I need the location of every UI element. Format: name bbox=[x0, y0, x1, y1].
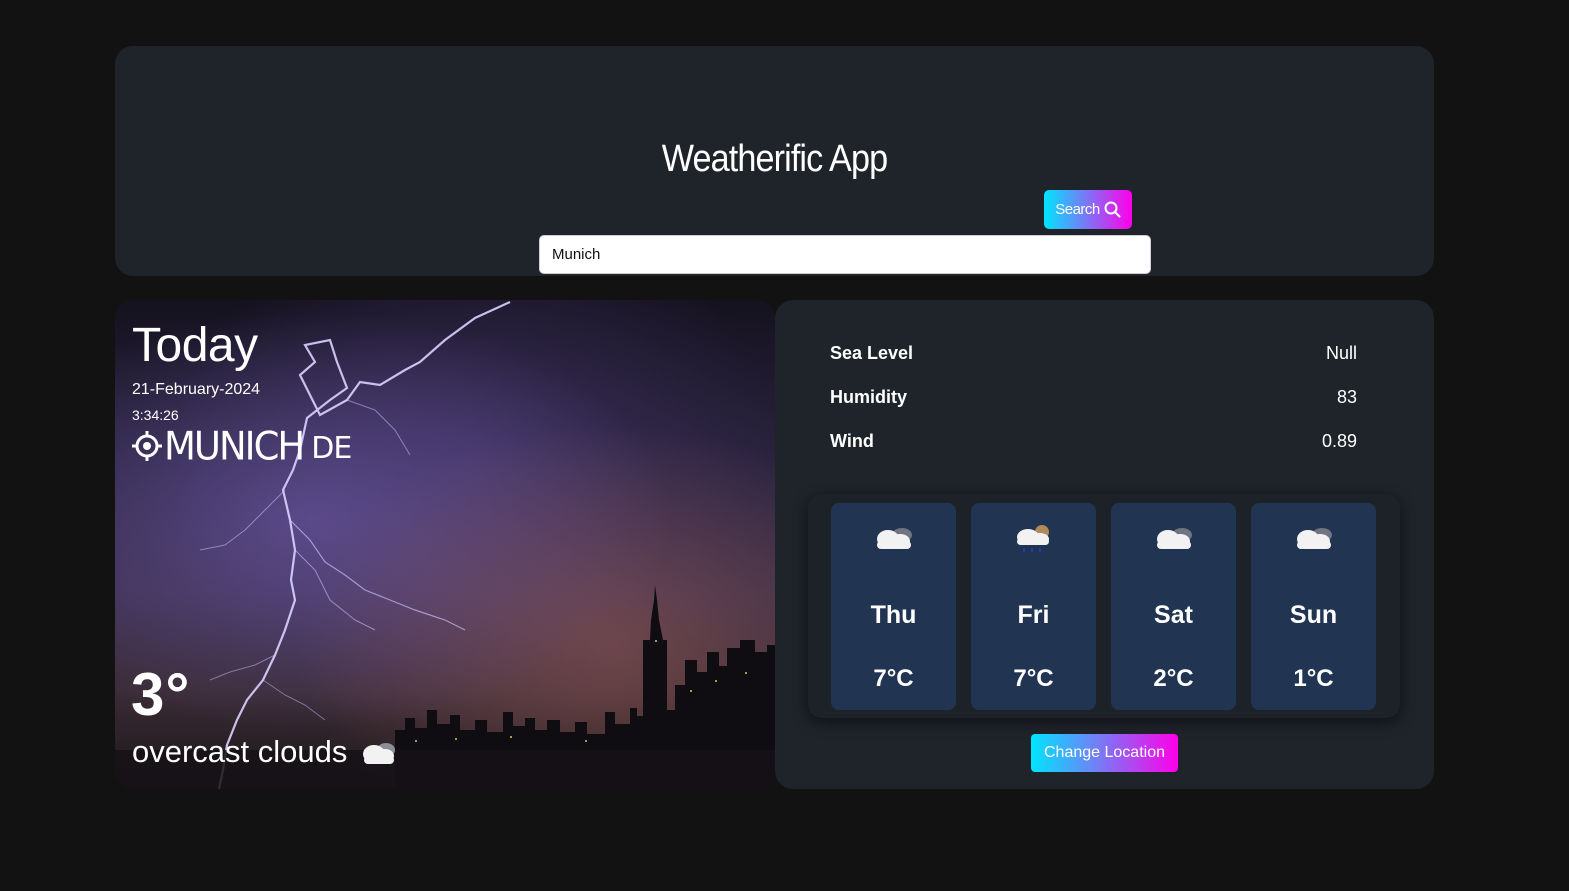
forecast-panel: Thu 7°C Fri 7°C Sat 2°C Sun 1°C bbox=[808, 494, 1400, 718]
detail-value: 0.89 bbox=[1321, 431, 1357, 451]
location-row: MUNICH DE bbox=[132, 423, 352, 469]
forecast-day: Fri bbox=[1017, 601, 1050, 629]
detail-row-sea-level: Sea Level Null bbox=[830, 343, 1357, 364]
forecast-card-thu: Thu 7°C bbox=[831, 503, 956, 710]
storm-background-image bbox=[115, 300, 775, 789]
detail-row-humidity: Humidity 83 bbox=[830, 387, 1357, 408]
detail-label: Humidity bbox=[830, 387, 908, 407]
search-button-label: Search bbox=[1055, 201, 1100, 218]
search-input[interactable] bbox=[539, 235, 1151, 274]
rain-cloud-icon bbox=[1016, 525, 1049, 552]
cloud-icon bbox=[876, 528, 912, 549]
cloud-icon bbox=[1156, 528, 1192, 549]
forecast-temp: 1°C bbox=[1293, 665, 1334, 692]
today-time: 3:34:26 bbox=[132, 407, 179, 423]
cloud-icon bbox=[1296, 528, 1332, 549]
forecast-temp: 7°C bbox=[873, 665, 914, 692]
forecast-card-fri: Fri 7°C bbox=[971, 503, 1096, 710]
detail-value: 83 bbox=[1336, 387, 1357, 407]
change-location-button[interactable]: Change Location bbox=[1031, 734, 1178, 772]
forecast-card-sat: Sat 2°C bbox=[1111, 503, 1236, 710]
search-icon bbox=[1104, 201, 1121, 218]
weather-condition-text: overcast clouds bbox=[132, 734, 348, 769]
details-card: Sea Level Null Humidity 83 Wind 0.89 Thu… bbox=[775, 300, 1434, 789]
forecast-card-sun: Sun 1°C bbox=[1251, 503, 1376, 710]
location-target-icon bbox=[132, 431, 162, 461]
forecast-temp: 7°C bbox=[1013, 665, 1054, 692]
today-date: 21-February-2024 bbox=[132, 381, 261, 398]
header-card: Weatherific App Search bbox=[115, 46, 1434, 276]
detail-value: Null bbox=[1325, 343, 1357, 363]
forecast-day: Sat bbox=[1154, 601, 1193, 629]
app-title: Weatherific App bbox=[661, 138, 888, 180]
forecast-temp: 2°C bbox=[1153, 665, 1194, 692]
forecast-day: Thu bbox=[870, 601, 917, 629]
today-label: Today bbox=[132, 319, 258, 372]
search-button[interactable]: Search bbox=[1044, 190, 1132, 229]
current-temperature: 3° bbox=[131, 661, 191, 728]
weather-condition: overcast clouds bbox=[132, 734, 399, 770]
detail-label: Wind bbox=[830, 431, 874, 451]
detail-row-wind: Wind 0.89 bbox=[830, 431, 1357, 452]
location-city: MUNICH bbox=[164, 423, 305, 469]
forecast-day: Sun bbox=[1289, 601, 1338, 629]
today-card: Today 21-February-2024 3:34:26 MUNICH DE… bbox=[115, 300, 775, 789]
cloud-icon bbox=[363, 743, 396, 764]
detail-label: Sea Level bbox=[830, 343, 914, 363]
location-country: DE bbox=[311, 430, 352, 466]
